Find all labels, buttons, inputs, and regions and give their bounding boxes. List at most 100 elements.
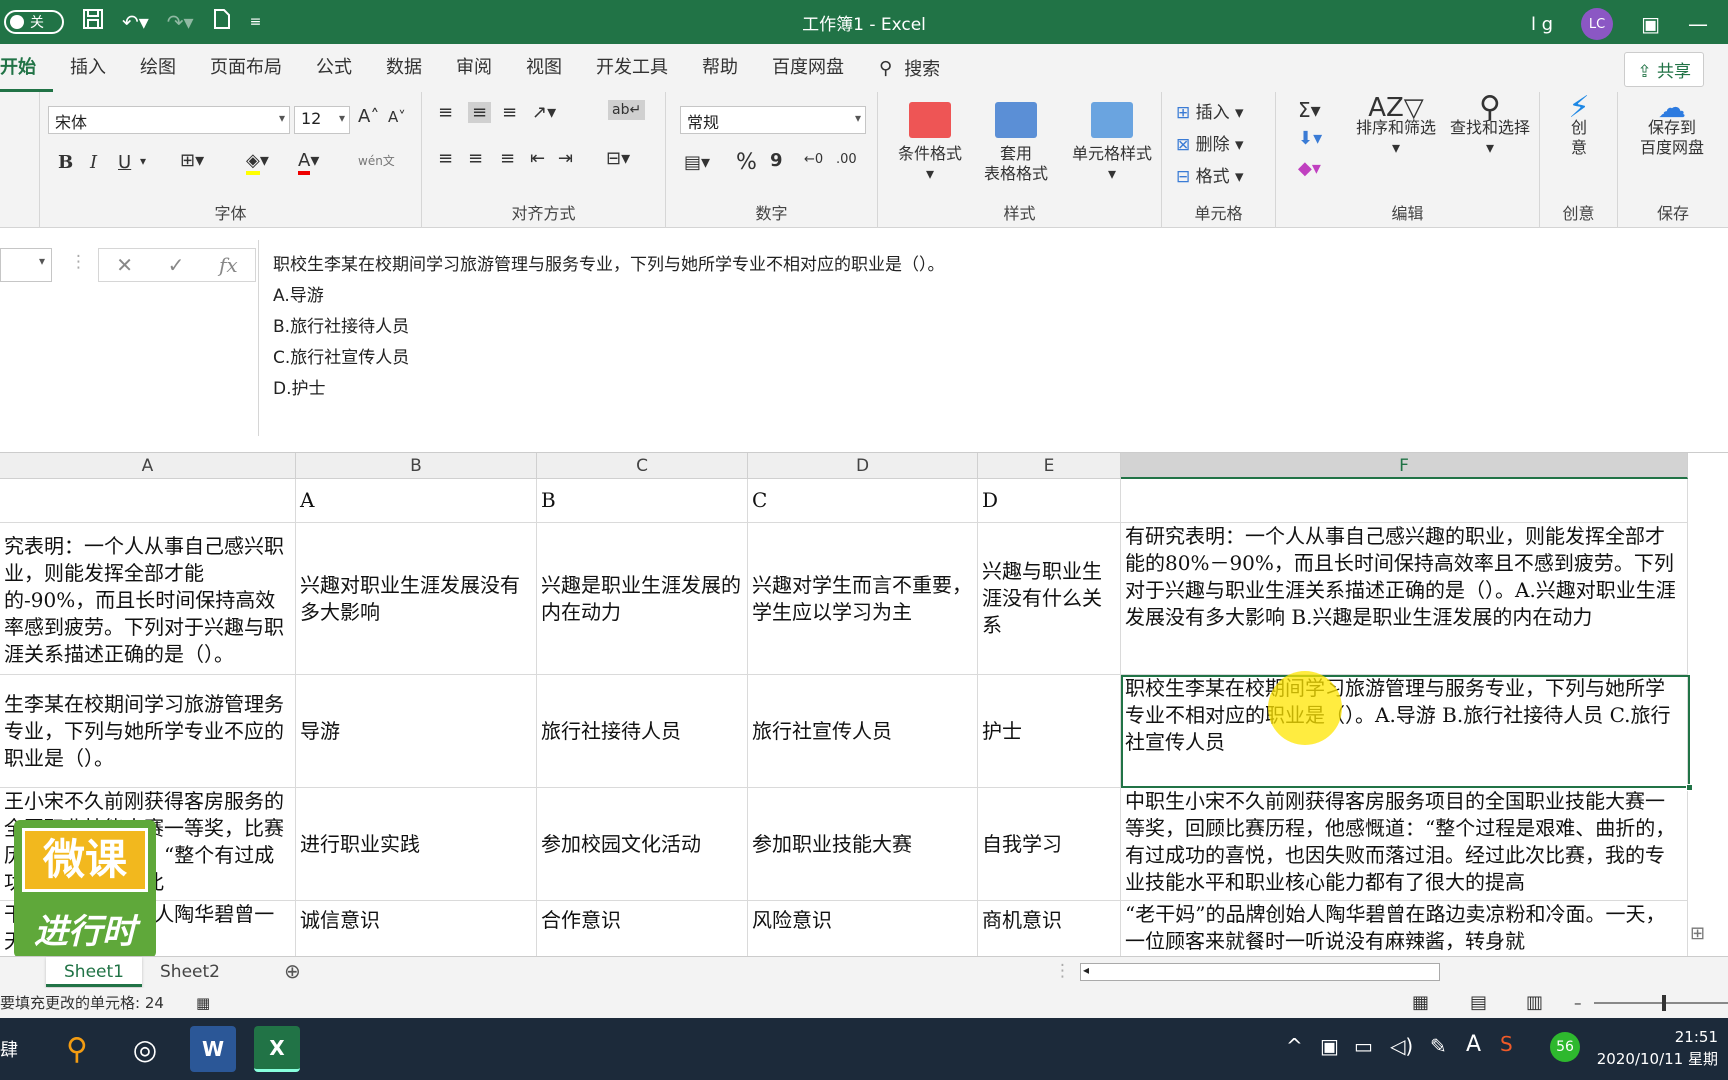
conditional-format-button[interactable]: 条件格式 ▾ [892, 102, 968, 184]
table-cell[interactable]: 合作意识 [537, 901, 748, 956]
table-cell[interactable]: 究表明：一个人从事自己感兴职业，则能发挥全部才能的-90%，而且长时间保持高效率… [0, 523, 296, 675]
sheet-tab-1[interactable]: Sheet1 [46, 957, 142, 987]
table-cell[interactable]: 职校生李某在校期间学习旅游管理与服务专业，下列与她所学专业不相对应的职业是（）。… [1121, 675, 1688, 788]
table-cell[interactable] [0, 479, 296, 523]
phonetic-guide-icon[interactable]: wén文 [358, 152, 395, 169]
decrease-decimal-icon[interactable]: .00 [836, 152, 857, 167]
table-cell[interactable]: C [748, 479, 978, 523]
minimize-icon[interactable]: — [1688, 12, 1708, 36]
underline-button[interactable]: U [118, 152, 131, 173]
table-cell[interactable]: 兴趣是职业生涯发展的内在动力 [537, 523, 748, 675]
format-as-table-button[interactable]: 套用 表格格式 [968, 102, 1064, 184]
zoom-slider-thumb[interactable] [1662, 995, 1666, 1011]
table-cell[interactable] [1121, 479, 1688, 523]
tray-app-icon[interactable]: ▣ [1320, 1034, 1339, 1058]
table-cell[interactable]: 参加校园文化活动 [537, 788, 748, 901]
table-cell[interactable]: 旅行社宣传人员 [748, 675, 978, 788]
table-cell[interactable]: 兴趣对学生而言不重要，学生应以学习为主 [748, 523, 978, 675]
chevron-down-icon[interactable]: ▾ [140, 154, 146, 168]
table-cell[interactable]: 自我学习 [978, 788, 1121, 901]
volume-icon[interactable]: ◁) [1390, 1034, 1413, 1058]
word-app-icon[interactable]: W [190, 1026, 236, 1072]
search-icon[interactable]: ⚲ [54, 1026, 100, 1072]
find-select-button[interactable]: ⚲ 查找和选择 ▾ [1440, 93, 1540, 158]
table-cell[interactable]: B [537, 479, 748, 523]
ime-icon[interactable]: S [1500, 1032, 1513, 1056]
tab-review[interactable]: 审阅 [439, 44, 509, 92]
table-cell[interactable]: 有研究表明：一个人从事自己感兴趣的职业，则能发挥全部才能的80%－90%，而且长… [1121, 523, 1688, 675]
tab-help[interactable]: 帮助 [685, 44, 755, 92]
delete-cells-button[interactable]: ⊠ 删除 ▾ [1176, 130, 1244, 155]
table-cell[interactable]: 导游 [296, 675, 537, 788]
clear-icon[interactable]: ◆▾ [1298, 158, 1321, 179]
fill-color-icon[interactable]: ◈▾ [246, 150, 269, 175]
table-cell[interactable]: D [978, 479, 1121, 523]
input-language[interactable]: A [1466, 1032, 1481, 1057]
tab-draw[interactable]: 绘图 [123, 44, 193, 92]
font-color-icon[interactable]: A▾ [298, 150, 319, 175]
share-button[interactable]: ⇪ 共享 [1624, 52, 1704, 87]
table-cell[interactable]: 进行职业实践 [296, 788, 537, 901]
add-sheet-icon[interactable]: ⊕ [284, 959, 301, 983]
align-middle-icon[interactable]: ≡ [468, 102, 492, 123]
enter-icon[interactable]: ✓ [168, 253, 185, 277]
network-icon[interactable]: ▭ [1354, 1034, 1373, 1058]
column-header-b[interactable]: B [296, 453, 537, 479]
cell-styles-button[interactable]: 单元格样式 ▾ [1064, 102, 1160, 184]
comma-style-button[interactable]: 9 [770, 150, 783, 171]
sort-filter-button[interactable]: AZ▽ 排序和筛选 ▾ [1346, 95, 1446, 158]
zoom-out-icon[interactable]: – [1574, 988, 1582, 1018]
tab-developer[interactable]: 开发工具 [579, 44, 685, 92]
align-top-icon[interactable]: ≡ [438, 102, 453, 123]
italic-button[interactable]: I [90, 152, 97, 173]
tray-chevron-up-icon[interactable]: ^ [1286, 1034, 1303, 1058]
accounting-format-icon[interactable]: ▤▾ [684, 152, 710, 173]
font-name-select[interactable]: 宋体 ▾ [48, 106, 290, 134]
scroll-left-icon[interactable]: ◂ [1083, 963, 1089, 977]
tab-page-layout[interactable]: 页面布局 [193, 44, 299, 92]
table-cell[interactable]: “老干妈”的品牌创始人陶华碧曾在路边卖凉粉和冷面。一天，一位顾客来就餐时一听说没… [1121, 901, 1688, 956]
table-cell[interactable]: 参加职业技能大赛 [748, 788, 978, 901]
tab-insert[interactable]: 插入 [53, 44, 123, 92]
increase-decimal-icon[interactable]: ←0 [804, 152, 823, 167]
column-header-f[interactable]: F [1121, 453, 1688, 479]
align-right-icon[interactable]: ≡ [500, 148, 515, 169]
align-bottom-icon[interactable]: ≡ [502, 102, 517, 123]
page-break-view-icon[interactable]: ▥ [1526, 988, 1543, 1018]
decrease-indent-icon[interactable]: ⇤ [530, 148, 545, 169]
column-header-e[interactable]: E [978, 453, 1121, 479]
table-cell[interactable]: 诚信意识 [296, 901, 537, 956]
column-header-c[interactable]: C [537, 453, 748, 479]
table-cell[interactable]: A [296, 479, 537, 523]
page-layout-view-icon[interactable]: ▤ [1470, 988, 1487, 1018]
tab-view[interactable]: 视图 [509, 44, 579, 92]
percent-button[interactable]: % [736, 150, 757, 175]
ribbon-display-icon[interactable]: ▣ [1641, 12, 1660, 36]
decrease-font-icon[interactable]: A˅ [388, 108, 406, 126]
zoom-slider[interactable] [1594, 995, 1728, 1011]
tab-home[interactable]: 开始 [0, 44, 53, 92]
tab-formulas[interactable]: 公式 [299, 44, 369, 92]
browser-icon[interactable]: ◎ [122, 1026, 168, 1072]
search-box[interactable]: ⚲ 搜索 [879, 55, 940, 81]
increase-indent-icon[interactable]: ⇥ [558, 148, 573, 169]
macro-record-icon[interactable]: ▦ [196, 988, 210, 1018]
worksheet-grid[interactable]: A B C D E F A B C D 究表明：一个人从事自己感兴职业，则能发挥… [0, 452, 1728, 956]
tab-data[interactable]: 数据 [369, 44, 439, 92]
pen-icon[interactable]: ✎ [1430, 1034, 1447, 1058]
format-cells-button[interactable]: ⊟ 格式 ▾ [1176, 162, 1244, 187]
normal-view-icon[interactable]: ▦ [1412, 988, 1429, 1018]
quick-analysis-icon[interactable]: ⊞ [1690, 923, 1705, 944]
table-cell[interactable]: 护士 [978, 675, 1121, 788]
insert-function-button[interactable]: fx [219, 253, 238, 277]
orientation-icon[interactable]: ↗▾ [532, 102, 556, 123]
table-cell[interactable]: 旅行社接待人员 [537, 675, 748, 788]
horizontal-scrollbar[interactable]: ◂ [1080, 963, 1440, 981]
taskbar-clock[interactable]: 21:51 2020/10/11 星期 [1597, 1026, 1718, 1070]
table-cell[interactable]: 中职生小宋不久前刚获得客房服务项目的全国职业技能大赛一等奖，回顾比赛历程，他感慨… [1121, 788, 1688, 901]
merge-center-icon[interactable]: ⊟▾ [606, 148, 630, 169]
border-icon[interactable]: ⊞▾ [180, 150, 204, 171]
cancel-icon[interactable]: ✕ [116, 253, 133, 277]
autosum-icon[interactable]: Σ▾ [1298, 98, 1321, 122]
fill-icon[interactable]: ⬇▾ [1298, 128, 1322, 149]
